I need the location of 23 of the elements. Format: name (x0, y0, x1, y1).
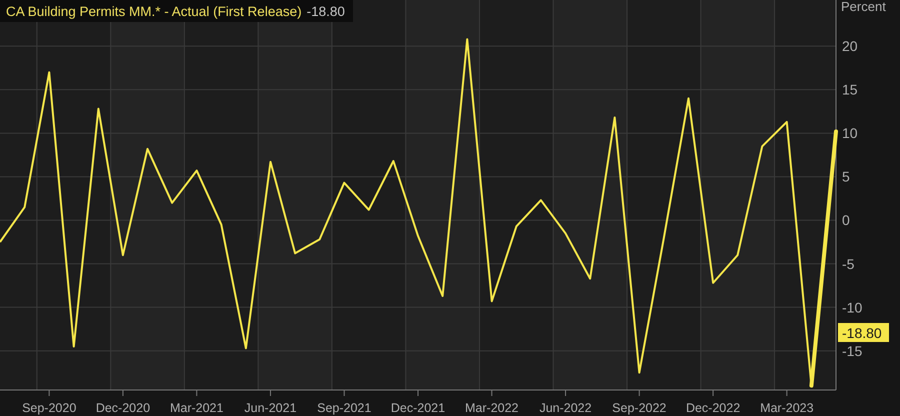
x-axis-label: Jun-2022 (539, 401, 592, 415)
x-axis-label: Jun-2021 (244, 401, 297, 415)
y-axis-label: 20 (842, 38, 858, 54)
x-axis-label: Mar-2023 (760, 401, 814, 415)
series-name: CA Building Permits MM.* - Actual (First Release) (6, 4, 302, 18)
x-axis-label: Dec-2020 (96, 401, 150, 415)
y-axis-label: 5 (842, 168, 850, 185)
value-tag: -18.80 (838, 323, 889, 342)
x-axis-label: Sep-2021 (317, 401, 372, 415)
y-axis-label: 15 (842, 82, 858, 98)
y-axis-title: Percent (841, 0, 886, 14)
y-axis-label: -15 (842, 342, 862, 359)
x-axis-label: Mar-2021 (170, 401, 224, 415)
y-axis-label: 0 (842, 212, 850, 228)
x-axis-label: Sep-2020 (22, 401, 76, 415)
y-axis-label: -10 (842, 299, 862, 316)
x-axis-label: Dec-2022 (686, 401, 740, 415)
series-value: -18.80 (306, 4, 345, 18)
y-axis-label: -5 (842, 256, 854, 272)
y-axis-label: 10 (842, 125, 858, 142)
x-axis-label: Dec-2021 (390, 401, 446, 415)
x-axis-label: Sep-2022 (612, 401, 666, 415)
x-axis-label: Mar-2022 (465, 401, 519, 415)
